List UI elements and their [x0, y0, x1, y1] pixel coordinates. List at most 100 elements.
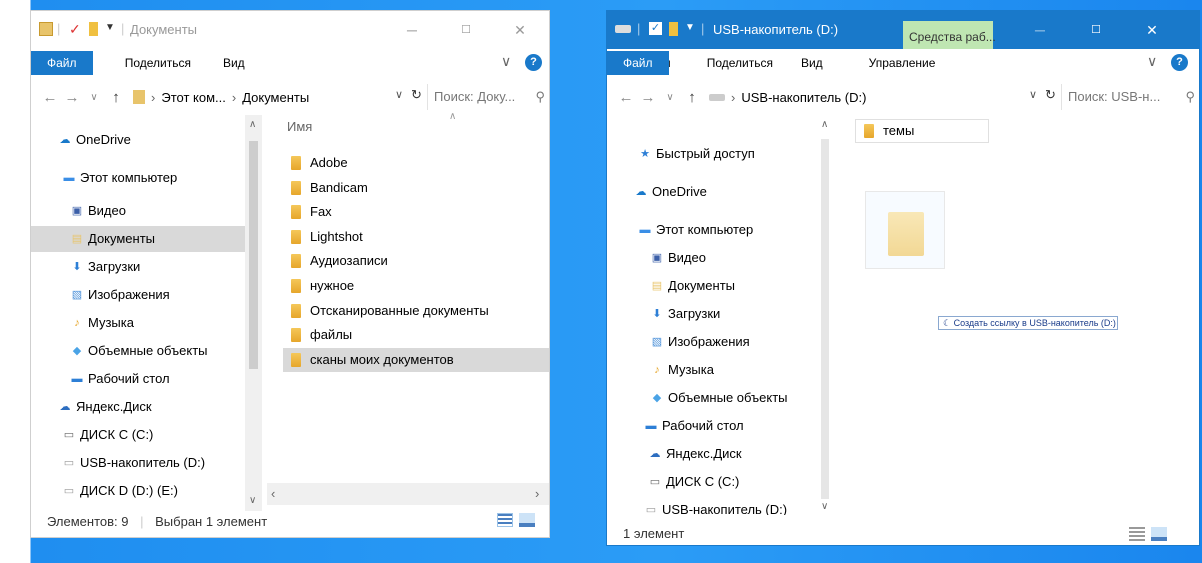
sidebar-item[interactable]: ♪ Музыка [31, 310, 245, 336]
sidebar-item[interactable]: ▤ Документы [31, 226, 245, 252]
horizontal-scrollbar[interactable]: ‹ › [267, 483, 549, 505]
file-row[interactable]: файлы [283, 323, 549, 347]
up-button[interactable]: ↑ [105, 89, 127, 106]
tab-file[interactable]: Файл [31, 51, 93, 75]
sidebar-item[interactable]: ☁ OneDrive [607, 179, 817, 205]
folder-item-themes[interactable]: темы [855, 119, 989, 143]
scroll-up-icon[interactable]: ∧ [821, 119, 828, 130]
title-bar[interactable]: | ✓ ▼ | Документы ─ ☐ ✕ [31, 11, 549, 49]
tab-share[interactable]: Поделиться [109, 49, 207, 77]
breadcrumb[interactable]: › USB-накопитель (D:) [703, 84, 866, 110]
file-row[interactable]: Отсканированные документы [283, 299, 549, 323]
expand-ribbon-icon[interactable]: ∨ [1147, 53, 1157, 70]
tab-share[interactable]: Поделиться [689, 49, 791, 77]
file-row[interactable]: Bandicam [283, 176, 549, 200]
sidebar-item[interactable]: ☁ Яндекс.Диск [31, 394, 245, 420]
file-row[interactable]: Adobe [283, 151, 549, 175]
file-name: сканы моих документов [310, 351, 454, 367]
forward-button[interactable]: → [637, 89, 659, 106]
sidebar-item[interactable]: ☁ OneDrive [31, 127, 245, 153]
expand-ribbon-icon[interactable]: ∨ [501, 53, 511, 70]
back-button[interactable]: ← [615, 89, 637, 106]
maximize-button[interactable]: ☐ [1073, 11, 1119, 49]
up-button[interactable]: ↑ [681, 89, 703, 106]
sidebar-item[interactable]: ▭ ДИСК D (D:) (E:) [31, 478, 245, 504]
sidebar-item[interactable]: ◆ Объемные объекты [31, 338, 245, 364]
sidebar-item[interactable]: ▬ Этот компьютер [607, 217, 817, 243]
sidebar-item[interactable]: ▬ Рабочий стол [31, 366, 245, 392]
file-row[interactable]: Fax [283, 200, 549, 224]
sidebar-item[interactable]: ▣ Видео [607, 245, 817, 271]
checkbox-icon[interactable]: ✓ [649, 22, 662, 35]
recent-locations-icon[interactable]: ∨ [659, 92, 681, 103]
sidebar-item[interactable]: ▣ Видео [31, 198, 245, 224]
tab-manage[interactable]: Управление [833, 49, 972, 77]
refresh-icon[interactable]: ↻ [1045, 87, 1056, 103]
scroll-down-icon[interactable]: ∨ [249, 495, 256, 506]
sidebar-item[interactable]: ▭ USB-накопитель (D:) [607, 497, 817, 515]
sidebar-item[interactable]: ◆ Объемные объекты [607, 385, 817, 411]
breadcrumb[interactable]: › Этот ком... › Документы [127, 84, 309, 110]
sidebar-item[interactable]: ⬇ Загрузки [31, 254, 245, 280]
details-view-icon[interactable] [1129, 527, 1145, 541]
breadcrumb-usb[interactable]: USB-накопитель (D:) [741, 90, 866, 105]
sidebar-item[interactable]: ♪ Музыка [607, 357, 817, 383]
tools-contextual-tab[interactable]: Средства раб... [903, 21, 996, 49]
sidebar-item[interactable]: ▧ Изображения [607, 329, 817, 355]
scroll-left-icon[interactable]: ‹ [271, 486, 275, 501]
tab-view[interactable]: Вид [791, 49, 833, 77]
sidebar-item[interactable]: ▭ ДИСК C (C:) [31, 422, 245, 448]
details-view-icon[interactable] [497, 513, 513, 527]
title-bar[interactable]: | ✓ ▼ | USB-накопитель (D:) Средства раб… [607, 11, 1199, 49]
sidebar-item[interactable]: ☁ Яндекс.Диск [607, 441, 817, 467]
help-icon[interactable]: ? [1171, 54, 1188, 71]
scrollbar-thumb[interactable] [821, 139, 829, 499]
tab-file[interactable]: Файл [607, 51, 669, 75]
folder-icon[interactable] [89, 22, 98, 36]
sidebar-item[interactable]: ★ Быстрый доступ [607, 141, 817, 167]
folder-icon[interactable] [669, 22, 678, 36]
recent-locations-icon[interactable]: ∨ [83, 92, 105, 103]
file-row[interactable]: Аудиозаписи [283, 249, 549, 273]
close-button[interactable]: ✕ [1129, 11, 1175, 49]
refresh-icon[interactable]: ↻ [411, 87, 422, 103]
sidebar-item[interactable]: ▧ Изображения [31, 282, 245, 308]
quick-access-dropdown-icon[interactable]: ▼ [685, 22, 695, 33]
scroll-down-icon[interactable]: ∨ [821, 501, 828, 512]
tab-view[interactable]: Вид [207, 49, 261, 77]
scroll-up-icon[interactable]: ∧ [249, 119, 256, 130]
search-input[interactable]: Поиск: Доку... ⚲ [427, 84, 549, 110]
large-icons-view-icon[interactable] [1151, 527, 1167, 541]
close-button[interactable]: ✕ [497, 11, 543, 49]
usb-drive-icon: ▭ [63, 457, 75, 469]
large-icons-view-icon[interactable] [519, 513, 535, 527]
sidebar-item[interactable]: ⬇ Загрузки [607, 301, 817, 327]
help-icon[interactable]: ? [525, 54, 542, 71]
sidebar-item[interactable]: ▤ Документы [607, 273, 817, 299]
file-row[interactable]: Lightshot [283, 225, 549, 249]
maximize-button[interactable]: ☐ [443, 11, 489, 49]
scrollbar-thumb[interactable] [249, 141, 258, 369]
sidebar-item[interactable]: ▭ USB-накопитель (D:) [31, 450, 245, 476]
nav-scrollbar[interactable]: ∧ ∨ [817, 115, 833, 515]
nav-scrollbar[interactable]: ∧ ∨ [245, 115, 262, 511]
address-dropdown-icon[interactable]: ∨ [395, 88, 403, 101]
sidebar-item[interactable]: ▬ Рабочий стол [607, 413, 817, 439]
file-row[interactable]: нужное [283, 274, 549, 298]
sidebar-item[interactable]: ▭ ДИСК C (C:) [607, 469, 817, 495]
minimize-button[interactable]: ─ [1017, 11, 1063, 49]
checkmark-icon[interactable]: ✓ [69, 21, 81, 38]
minimize-button[interactable]: ─ [389, 11, 435, 49]
file-row[interactable]: сканы моих документов [283, 347, 549, 372]
forward-button[interactable]: → [61, 89, 83, 106]
quick-access-dropdown-icon[interactable]: ▼ [105, 22, 115, 33]
scroll-right-icon[interactable]: › [535, 486, 539, 501]
sidebar-item[interactable]: ▬ Этот компьютер [31, 165, 245, 191]
breadcrumb-this-pc[interactable]: Этот ком... [161, 90, 226, 105]
breadcrumb-documents[interactable]: Документы [242, 90, 309, 105]
sidebar-item-label: Загрузки [88, 259, 141, 274]
address-dropdown-icon[interactable]: ∨ [1029, 88, 1037, 101]
back-button[interactable]: ← [39, 89, 61, 106]
search-input[interactable]: Поиск: USB-н... ⚲ [1061, 84, 1197, 110]
column-header-name[interactable]: Имя [287, 119, 312, 134]
